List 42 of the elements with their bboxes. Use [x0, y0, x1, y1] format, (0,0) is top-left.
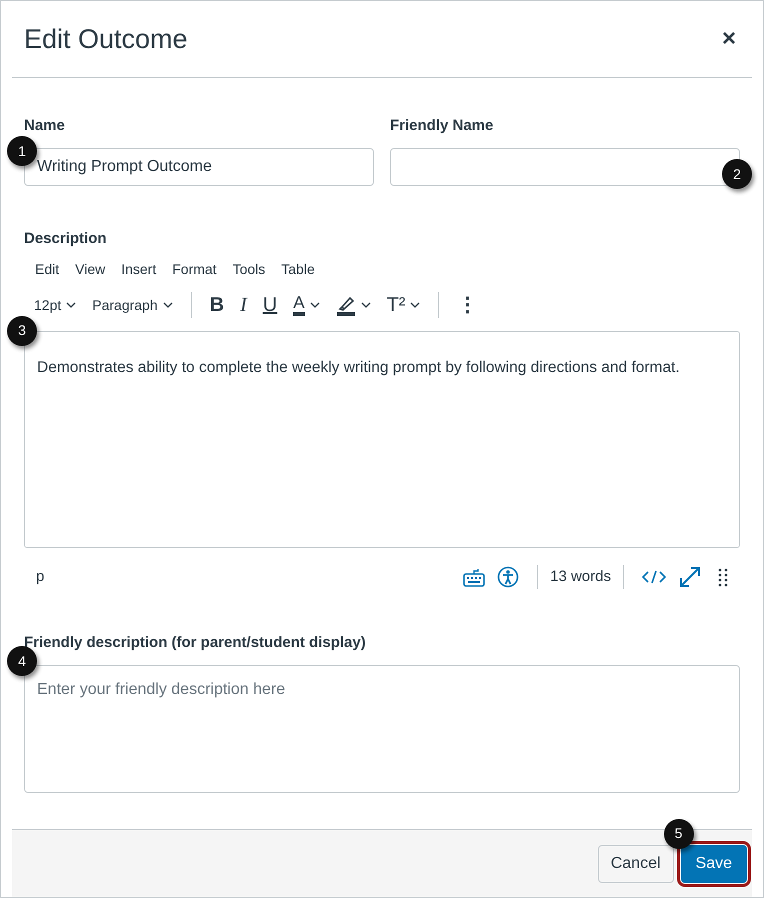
menu-item[interactable]: Insert: [113, 259, 164, 280]
text-area[interactable]: Enter your friendly description here: [24, 664, 740, 792]
dropdown-button[interactable]: Paragraph: [86, 292, 179, 318]
chevron-down-icon: [162, 302, 173, 308]
dialog-title: Edit Outcome: [24, 22, 188, 56]
text-field[interactable]: Writing Prompt Outcome: [24, 148, 374, 186]
callout-marker: 4: [7, 646, 37, 676]
bold-button[interactable]: B: [204, 292, 230, 318]
expand-icon: [678, 565, 702, 589]
text-color-button[interactable]: A: [287, 292, 326, 318]
more-button[interactable]: ⋮: [451, 292, 484, 318]
chevron-down-icon: [360, 302, 371, 308]
accessibility-icon: [497, 566, 520, 588]
chevron-down-icon: [410, 302, 420, 308]
callout-marker: 2: [722, 159, 752, 189]
field-label: Name: [24, 116, 65, 136]
callout-marker: 3: [7, 316, 37, 346]
callout-marker: 5: [664, 818, 694, 848]
dropdown-button[interactable]: 12pt: [28, 292, 82, 318]
menu-item[interactable]: Table: [273, 259, 323, 280]
italic-button[interactable]: I: [234, 292, 253, 318]
menu-item[interactable]: View: [67, 259, 114, 280]
close-button[interactable]: ×: [718, 27, 740, 51]
menu-item[interactable]: Tools: [224, 259, 274, 280]
keyboard-icon: [463, 568, 486, 586]
editor-content[interactable]: Demonstrates ability to complete the weekly writing prompt by following directions and format.: [24, 331, 740, 548]
text-field[interactable]: [390, 148, 740, 186]
code-icon: [642, 569, 666, 585]
resize-handle-icon[interactable]: [718, 568, 728, 586]
element-path: p: [36, 566, 44, 587]
superscript-button[interactable]: T²: [380, 292, 426, 318]
cancel-button[interactable]: Cancel: [598, 844, 674, 882]
field-label: Description: [24, 228, 108, 248]
chevron-down-icon: [66, 302, 76, 308]
field-label: Friendly Name: [390, 116, 494, 136]
word-count: 13 words: [550, 566, 611, 587]
underline-button[interactable]: U: [256, 292, 284, 318]
callout-marker: 1: [7, 136, 37, 166]
menu-item[interactable]: Edit: [27, 259, 68, 280]
menu-item[interactable]: Format: [164, 259, 225, 280]
chevron-down-icon: [310, 302, 320, 308]
highlighter-icon: [336, 294, 356, 316]
